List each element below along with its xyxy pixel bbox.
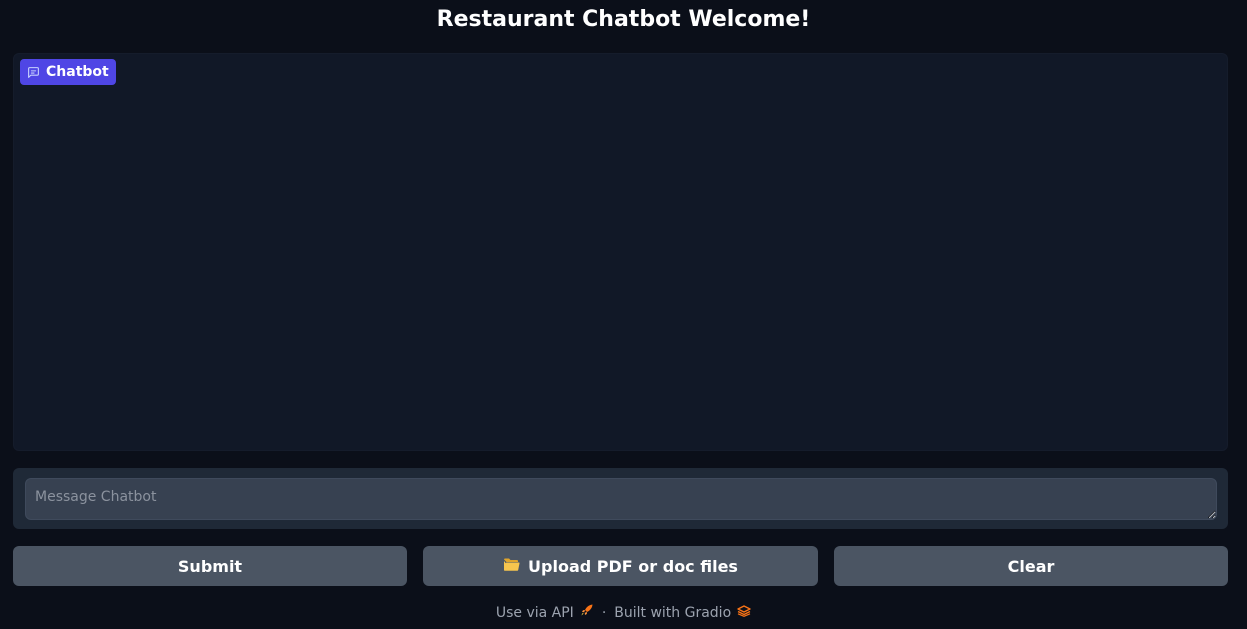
chatbot-panel: Chatbot bbox=[13, 53, 1228, 451]
use-via-api-label: Use via API bbox=[495, 604, 574, 621]
app-page: Restaurant Chatbot Welcome! Chatbot Subm… bbox=[0, 0, 1247, 629]
use-via-api-link[interactable]: Use via API bbox=[496, 603, 594, 622]
message-input[interactable] bbox=[25, 478, 1217, 520]
chatbot-label: Chatbot bbox=[46, 64, 109, 80]
page-title: Restaurant Chatbot Welcome! bbox=[436, 7, 811, 32]
built-with-gradio-link[interactable]: Built with Gradio bbox=[614, 604, 751, 622]
message-input-container bbox=[13, 468, 1228, 529]
folder-icon bbox=[503, 557, 520, 576]
submit-button[interactable]: Submit bbox=[13, 546, 407, 586]
footer-separator: · bbox=[601, 604, 607, 621]
built-with-gradio-label: Built with Gradio bbox=[614, 604, 732, 621]
rocket-icon bbox=[580, 603, 594, 622]
upload-files-button[interactable]: Upload PDF or doc files bbox=[423, 546, 818, 586]
chatbot-label-badge: Chatbot bbox=[20, 59, 116, 85]
submit-button-label: Submit bbox=[177, 556, 243, 576]
upload-files-button-label: Upload PDF or doc files bbox=[528, 556, 738, 576]
gradio-logo-icon bbox=[737, 604, 751, 622]
footer: Use via API · Built with Gradio bbox=[0, 603, 1247, 622]
clear-button-label: Clear bbox=[1007, 556, 1055, 576]
clear-button[interactable]: Clear bbox=[834, 546, 1228, 586]
chat-bubble-icon bbox=[27, 66, 40, 79]
